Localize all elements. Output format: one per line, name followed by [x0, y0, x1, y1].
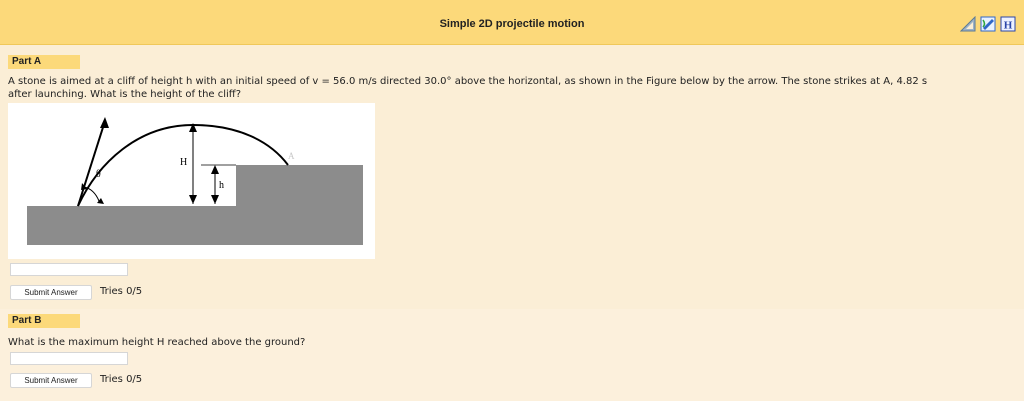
- cliff-height-arrow-bottom: [211, 195, 219, 204]
- part-a-label: Part A: [8, 55, 80, 69]
- triangle-ruler-icon[interactable]: [960, 16, 976, 32]
- launch-arrow-head: [100, 117, 109, 128]
- part-b-section: [0, 309, 1024, 401]
- part-b-answer-input[interactable]: [10, 352, 128, 365]
- part-b-submit-button[interactable]: Submit Answer: [10, 373, 92, 388]
- part-a-submit-button[interactable]: Submit Answer: [10, 285, 92, 300]
- part-b-label: Part B: [8, 314, 80, 328]
- hint-h-icon[interactable]: H: [1000, 16, 1016, 32]
- part-a-tries: Tries 0/5: [100, 286, 143, 297]
- theta-label: θ: [96, 169, 101, 180]
- header-toolbar: H: [960, 16, 1016, 32]
- part-a-answer-input[interactable]: [10, 263, 128, 276]
- cliff-height-arrow-top: [211, 165, 219, 174]
- max-height-arrow-bottom: [189, 195, 197, 204]
- cliff-height-label: h: [219, 180, 224, 191]
- launch-velocity-arrow: [77, 120, 106, 207]
- part-a-question-line-2: after launching. What is the height of t…: [8, 89, 241, 100]
- sketch-pencil-icon[interactable]: [980, 16, 996, 32]
- part-a-question: A stone is aimed at a cliff of height h …: [8, 75, 1012, 101]
- projectile-figure: θ H h A: [8, 103, 375, 259]
- page-title: Simple 2D projectile motion: [439, 18, 585, 30]
- part-a-question-line-1: A stone is aimed at a cliff of height h …: [8, 76, 928, 87]
- title-bar: Simple 2D projectile motion H: [0, 0, 1024, 45]
- impact-point-label: A: [288, 151, 295, 161]
- max-height-label: H: [180, 157, 187, 168]
- svg-text:H: H: [1004, 20, 1013, 32]
- projectile-diagram: θ H h A: [27, 117, 363, 245]
- part-b-question: What is the maximum height H reached abo…: [8, 337, 306, 348]
- part-b-tries: Tries 0/5: [100, 374, 143, 385]
